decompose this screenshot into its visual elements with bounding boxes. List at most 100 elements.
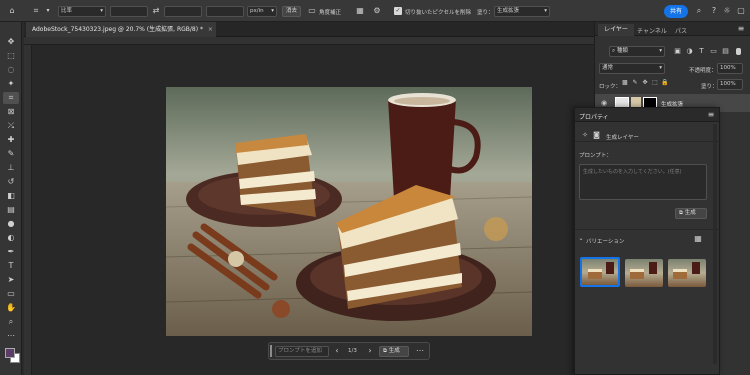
- straighten-icon[interactable]: ▭: [307, 5, 317, 17]
- brush-icon[interactable]: ✎: [3, 148, 19, 160]
- prompt-label: プロンプト：: [579, 153, 612, 159]
- lock-all-icon[interactable]: 🔒: [661, 77, 669, 89]
- filter-kind-label: 種類: [616, 48, 628, 54]
- chevron-down-icon[interactable]: ▾: [44, 5, 52, 17]
- document-tab[interactable]: AdobeStock_75430323.jpeg @ 20.7% (生成拡張, …: [26, 22, 216, 37]
- crop-icon[interactable]: ⌗: [3, 92, 19, 104]
- close-icon[interactable]: ×: [208, 26, 213, 33]
- fill-field[interactable]: 100%: [717, 79, 743, 90]
- filter-pixel-icon[interactable]: ▣: [673, 45, 682, 57]
- layer-filter-select[interactable]: ⌕ 種類 ▾: [609, 46, 665, 57]
- frame-icon[interactable]: ⊠: [3, 106, 19, 118]
- zoom-icon[interactable]: ⌕: [3, 316, 19, 328]
- lock-artboard-icon[interactable]: ⬚: [651, 77, 659, 89]
- variation-page-indicator: 1/3: [348, 348, 357, 354]
- fill-label: 塗り：: [477, 10, 494, 16]
- height-field[interactable]: [164, 6, 202, 17]
- delete-cropped-checkbox[interactable]: ✓: [394, 7, 402, 15]
- learn-icon[interactable]: ☼: [722, 5, 732, 17]
- marquee-icon[interactable]: ⬚: [3, 50, 19, 62]
- filter-type-icon[interactable]: T: [697, 45, 706, 57]
- variation-thumbnail[interactable]: [580, 257, 620, 287]
- healing-icon[interactable]: ✚: [3, 134, 19, 146]
- stamp-icon[interactable]: ⊥: [3, 162, 19, 174]
- eyedropper-icon[interactable]: ⤯: [3, 120, 19, 132]
- generate-button[interactable]: ⧉ 生成: [379, 346, 409, 357]
- move-icon[interactable]: ✥: [3, 36, 19, 48]
- foreground-color-swatch[interactable]: [5, 348, 15, 358]
- resolution-field[interactable]: [206, 6, 244, 17]
- panel-menu-icon[interactable]: ≡: [705, 109, 717, 121]
- more-icon[interactable]: ⋯: [3, 330, 19, 342]
- chevron-right-icon[interactable]: ›: [366, 345, 374, 357]
- magic-wand-icon[interactable]: ✦: [3, 78, 19, 90]
- scrollbar[interactable]: [713, 124, 717, 364]
- more-options-icon[interactable]: ⋯: [415, 345, 425, 357]
- lasso-icon[interactable]: ◌: [3, 64, 19, 76]
- tab-paths[interactable]: パス: [675, 26, 687, 35]
- blend-mode-label: 通常: [602, 65, 614, 71]
- generative-icon: ✧: [582, 131, 588, 139]
- drag-handle[interactable]: [270, 345, 272, 357]
- variation-thumbnail[interactable]: [625, 259, 663, 287]
- vertical-ruler: [24, 45, 32, 375]
- opacity-field[interactable]: 100%: [717, 63, 743, 74]
- variations-label: バリエーション: [586, 239, 625, 245]
- tab-channels[interactable]: チャンネル: [637, 26, 667, 35]
- pen-icon[interactable]: ✒: [3, 246, 19, 258]
- prompt-input[interactable]: プロンプトを追加: [275, 346, 329, 357]
- share-button[interactable]: 共有: [664, 5, 688, 18]
- carrot-cake-photo: [166, 87, 532, 336]
- workspace-icon[interactable]: ▢: [736, 5, 746, 17]
- history-brush-icon[interactable]: ↺: [3, 176, 19, 188]
- tools-panel: ✥ ⬚ ◌ ✦ ⌗ ⊠ ⤯ ✚ ✎ ⊥ ↺ ◧ ▤ ● ◐ ✒ T ➤ ▭ ✋ …: [0, 22, 22, 375]
- fill-value: 生成拡張: [497, 8, 520, 14]
- filter-adjust-icon[interactable]: ◑: [685, 45, 694, 57]
- dodge-icon[interactable]: ◐: [3, 232, 19, 244]
- unit-select[interactable]: px/in ▾: [247, 6, 277, 17]
- generate-button-props[interactable]: ⧉ 生成: [675, 208, 707, 219]
- contextual-task-bar: プロンプトを追加 ‹ 1/3 › ⧉ 生成 ⋯: [268, 342, 430, 360]
- lock-label: ロック：: [599, 84, 622, 90]
- opacity-label: 不透明度：: [689, 68, 717, 74]
- properties-title: プロパティ: [579, 114, 609, 121]
- filter-smart-icon[interactable]: ▤: [721, 45, 730, 57]
- panel-menu-icon[interactable]: ≡: [735, 23, 747, 35]
- gradient-icon[interactable]: ▤: [3, 204, 19, 216]
- options-bar: ⌂ ⌗ ▾ 比率 ▾ ⇄ px/in ▾ 消去 ▭ 角度補正 ▦ ⚙ ✓ 切り抜い…: [0, 0, 750, 22]
- lock-transparent-icon[interactable]: ▩: [621, 77, 629, 89]
- ratio-select[interactable]: 比率 ▾: [58, 6, 106, 17]
- prompt-textarea[interactable]: 生成したいものを入力してください。(任意): [579, 164, 707, 200]
- eraser-icon[interactable]: ◧: [3, 190, 19, 202]
- document-image[interactable]: [166, 87, 532, 336]
- home-icon[interactable]: ⌂: [6, 5, 18, 17]
- tab-layers[interactable]: レイヤー: [598, 24, 634, 36]
- blend-mode-select[interactable]: 通常 ▾: [599, 63, 665, 74]
- generate-label: 生成: [684, 210, 696, 216]
- chevron-down-icon[interactable]: ⌄: [577, 233, 585, 245]
- lock-position-icon[interactable]: ✥: [641, 77, 649, 89]
- clear-button[interactable]: 消去: [282, 6, 302, 17]
- chevron-left-icon[interactable]: ‹: [333, 345, 341, 357]
- gear-icon[interactable]: ⚙: [372, 5, 382, 17]
- search-icon[interactable]: ⌕: [694, 5, 704, 17]
- swap-icon[interactable]: ⇄: [151, 5, 161, 17]
- shape-icon[interactable]: ▭: [3, 288, 19, 300]
- filter-shape-icon[interactable]: ▭: [709, 45, 718, 57]
- search-icon: ⌕: [612, 48, 616, 54]
- help-icon[interactable]: ?: [709, 5, 719, 17]
- grid-view-icon[interactable]: ▦: [693, 233, 703, 245]
- variation-thumbnail[interactable]: [668, 259, 706, 287]
- lock-pixels-icon[interactable]: ✎: [631, 77, 639, 89]
- width-field[interactable]: [110, 6, 148, 17]
- crop-tool-icon[interactable]: ⌗: [30, 5, 42, 17]
- grid-overlay-icon[interactable]: ▦: [355, 5, 365, 17]
- fill-select[interactable]: 生成拡張 ▾: [494, 6, 550, 17]
- filter-toggle[interactable]: [736, 48, 741, 55]
- hand-icon[interactable]: ✋: [3, 302, 19, 314]
- path-select-icon[interactable]: ➤: [3, 274, 19, 286]
- straighten-button[interactable]: 角度補正: [319, 8, 341, 16]
- type-icon[interactable]: T: [3, 260, 19, 272]
- horizontal-ruler: [24, 37, 594, 45]
- blur-icon[interactable]: ●: [3, 218, 19, 230]
